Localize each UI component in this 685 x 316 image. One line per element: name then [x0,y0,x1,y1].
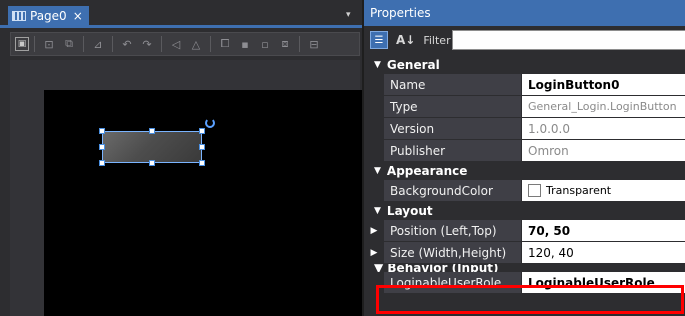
designer-pane: Page0 × ▾ ▣ ⊡ ⧉ ⊿ ↶ ↷ ◁ △ ⧠ ▪ ▫ ⧈ ⊟ [0,0,362,316]
categorized-icon[interactable]: ☰ [370,31,388,49]
login-button-object[interactable] [102,131,202,163]
expand-arrow-icon[interactable]: ▶ [364,242,384,263]
property-label: Name [384,74,522,95]
document-tabstrip: Page0 × ▾ [0,0,362,28]
close-icon[interactable]: × [73,9,83,23]
rotate-handle-icon[interactable] [205,118,215,128]
tab-label: Page0 [30,8,67,23]
color-value: Transparent [546,184,612,197]
highlight-annotation [376,285,684,314]
property-label: Position (Left,Top) [384,220,522,241]
resize-handle-e[interactable] [199,144,205,150]
property-label: BackgroundColor [384,180,522,201]
toolbar-separator [34,36,35,52]
category-label: Appearance [386,164,468,178]
distribute-icon[interactable]: ⊿ [89,35,107,53]
collapse-arrow-icon[interactable]: ▼ [374,206,381,216]
filter-input[interactable] [452,30,685,50]
category-appearance[interactable]: ▼ Appearance [364,162,685,180]
property-label: Type [384,96,522,117]
send-to-back-icon[interactable]: ⧈ [276,35,294,53]
page-icon [12,10,26,21]
expand-arrow-icon[interactable]: ▶ [364,220,384,241]
send-backward-icon[interactable]: ▪ [236,35,254,53]
resize-handle-w[interactable] [99,144,105,150]
properties-pane: Properties ☰ A↓ Filter ▼ General Name Lo… [362,0,685,316]
tab-underline [0,25,362,28]
layout-toolbar: ▣ ⊡ ⧉ ⊿ ↶ ↷ ◁ △ ⧠ ▪ ▫ ⧈ ⊟ [10,32,360,56]
grid-snap-icon[interactable]: ⊟ [305,35,323,53]
color-swatch[interactable] [528,184,541,197]
property-row-name: Name LoginButton0 [364,74,685,96]
property-value-version: 1.0.0.0 [522,118,685,139]
collapse-arrow-icon[interactable]: ▼ [374,60,381,70]
properties-toolbar: ☰ A↓ Filter [364,26,685,54]
collapse-arrow-icon[interactable]: ▼ [374,264,387,272]
select-mode-icon[interactable]: ▣ [15,37,29,51]
sort-alphabetical-icon[interactable]: A↓ [396,33,415,47]
category-label: Layout [386,204,433,218]
flip-vertical-icon[interactable]: △ [187,35,205,53]
properties-title: Properties [364,0,685,26]
property-row-size: ▶ Size (Width,Height) 120, 40 [364,242,685,264]
category-layout[interactable]: ▼ Layout [364,202,685,220]
bring-to-front-icon[interactable]: ▫ [256,35,274,53]
chevron-down-icon[interactable]: ▾ [346,10,356,20]
resize-handle-s[interactable] [149,160,155,166]
toolbar-separator [112,36,113,52]
property-value-size[interactable]: 120, 40 [522,242,685,263]
property-row-type: Type General_Login.LoginButton [364,96,685,118]
property-row-version: Version 1.0.0.0 [364,118,685,140]
category-behavior[interactable]: ▼ Behavior (Input) [364,264,685,272]
property-value-publisher: Omron [522,140,685,161]
page-canvas[interactable] [44,90,362,316]
flip-horizontal-icon[interactable]: ◁ [167,35,185,53]
resize-handle-sw[interactable] [99,160,105,166]
tab-page0[interactable]: Page0 × [8,6,89,25]
property-label: Publisher [384,140,522,161]
property-row-publisher: Publisher Omron [364,140,685,162]
property-value-backgroundcolor[interactable]: Transparent [522,180,685,201]
property-row-backgroundcolor: BackgroundColor Transparent [364,180,685,202]
category-label: Behavior (Input) [387,264,499,272]
property-value-name[interactable]: LoginButton0 [522,74,685,95]
align-left-icon[interactable]: ⊡ [40,35,58,53]
property-label: Size (Width,Height) [384,242,522,263]
property-row-position: ▶ Position (Left,Top) 70, 50 [364,220,685,242]
toolbar-separator [210,36,211,52]
resize-handle-n[interactable] [149,128,155,134]
bring-forward-icon[interactable]: ⧠ [216,35,234,53]
rotate-right-icon[interactable]: ↷ [138,35,156,53]
toolbar-separator [161,36,162,52]
toolbar-separator [299,36,300,52]
filter-label: Filter [423,33,451,47]
resize-handle-se[interactable] [199,160,205,166]
category-general[interactable]: ▼ General [364,56,685,74]
resize-handle-ne[interactable] [199,128,205,134]
align-top-icon[interactable]: ⧉ [60,35,78,53]
property-grid: ▼ General Name LoginButton0 Type General… [364,56,685,294]
resize-handle-nw[interactable] [99,128,105,134]
collapse-arrow-icon[interactable]: ▼ [374,166,381,176]
property-value-type: General_Login.LoginButton [522,96,685,117]
toolbar-separator [83,36,84,52]
property-value-position[interactable]: 70, 50 [522,220,685,241]
category-label: General [386,58,440,72]
rotate-left-icon[interactable]: ↶ [118,35,136,53]
property-label: Version [384,118,522,139]
